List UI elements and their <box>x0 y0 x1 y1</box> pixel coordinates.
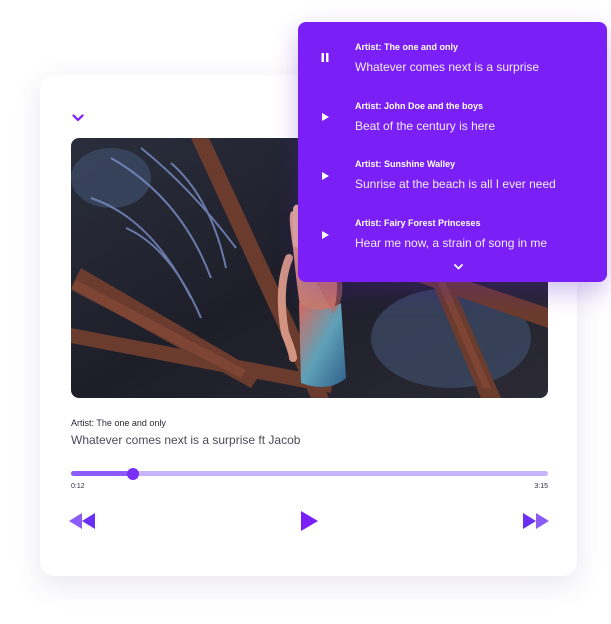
rewind-icon <box>69 513 95 529</box>
playlist-item-title: Beat of the century is here <box>355 119 496 133</box>
progress-knob[interactable] <box>127 467 139 480</box>
progress-bar[interactable] <box>71 467 548 480</box>
play-button[interactable] <box>298 510 320 532</box>
playlist-item[interactable]: Artist: Sunshine Walley Sunrise at the b… <box>298 153 607 205</box>
now-playing-title: Whatever comes next is a surprise ft Jac… <box>71 433 301 447</box>
playlist-item-title: Whatever comes next is a surprise <box>355 60 540 74</box>
playlist-item-artist: Artist: The one and only <box>355 42 459 52</box>
play-icon[interactable] <box>320 112 330 122</box>
playlist-item[interactable]: Artist: Fairy Forest Princeses Hear me n… <box>298 212 607 264</box>
duration-time: 3:15 <box>534 483 548 490</box>
playlist-item-artist: Artist: Fairy Forest Princeses <box>355 218 481 228</box>
playlist-item[interactable]: Artist: The one and only Whatever comes … <box>298 36 607 88</box>
fast-forward-button[interactable] <box>522 511 550 531</box>
playlist-item-artist: Artist: Sunshine Walley <box>355 159 456 169</box>
now-playing-artist: Artist: The one and only <box>71 418 166 428</box>
chevron-down-icon[interactable] <box>452 262 464 272</box>
pause-icon[interactable] <box>320 52 330 62</box>
current-time: 0:12 <box>71 483 85 490</box>
play-icon <box>301 511 318 531</box>
playlist-item-title: Hear me now, a strain of song in me <box>355 236 548 250</box>
fast-forward-icon <box>523 513 549 529</box>
progress-fill <box>71 471 133 476</box>
collapse-chevron-icon[interactable] <box>70 111 86 125</box>
playlist-item-artist: Artist: John Doe and the boys <box>355 101 484 111</box>
playlist-dropdown: Artist: The one and only Whatever comes … <box>298 22 607 282</box>
playlist-item[interactable]: Artist: John Doe and the boys Beat of th… <box>298 95 607 147</box>
play-icon[interactable] <box>320 230 330 240</box>
rewind-button[interactable] <box>68 511 96 531</box>
playlist-item-title: Sunrise at the beach is all I ever need <box>355 177 556 191</box>
play-icon[interactable] <box>320 171 330 181</box>
